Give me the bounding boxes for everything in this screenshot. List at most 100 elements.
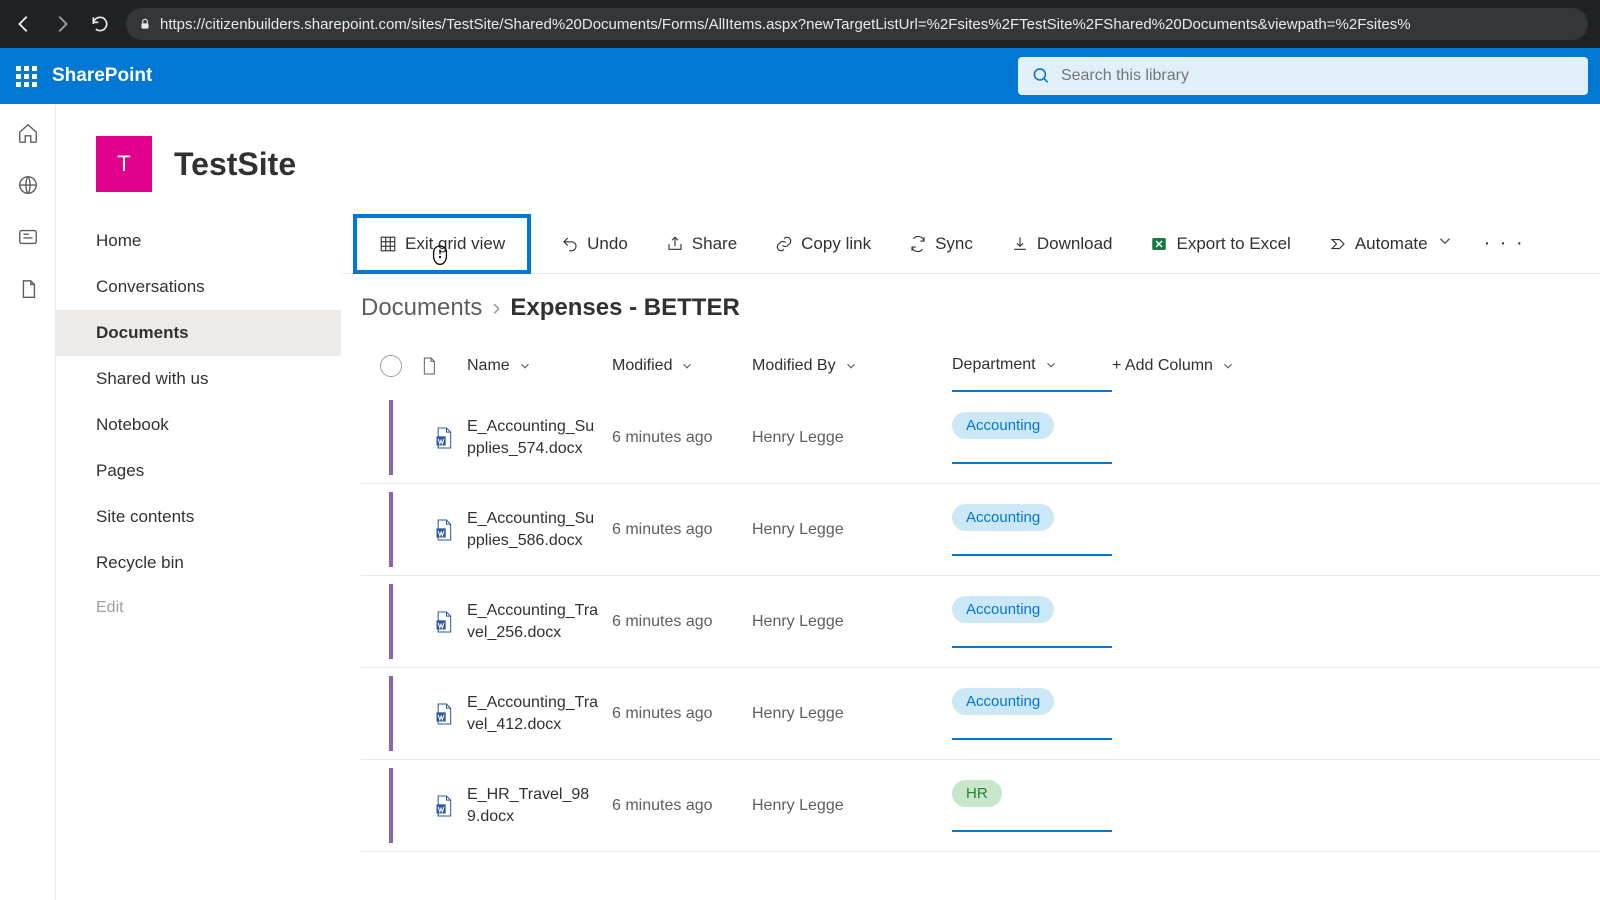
nav-item-recycle-bin[interactable]: Recycle bin (56, 540, 341, 586)
share-icon (666, 235, 684, 253)
news-icon[interactable] (17, 226, 39, 248)
department-pill: Accounting (952, 412, 1054, 439)
excel-icon (1150, 235, 1168, 253)
home-icon[interactable] (17, 122, 39, 144)
department-pill: HR (952, 780, 1002, 807)
modified-cell: 6 minutes ago (612, 613, 752, 631)
file-type-cell (421, 702, 467, 726)
file-type-cell (421, 794, 467, 818)
share-label: Share (692, 234, 737, 254)
nav-edit-link[interactable]: Edit (56, 586, 341, 630)
nav-item-pages[interactable]: Pages (56, 448, 341, 494)
table-row[interactable]: E_Accounting_Travel_412.docx6 minutes ag… (361, 668, 1600, 760)
document-table: Name Modified Modified By Department + A… (341, 340, 1600, 852)
address-bar[interactable]: https://citizenbuilders.sharepoint.com/s… (126, 8, 1588, 40)
chevron-down-icon (680, 359, 694, 373)
table-header: Name Modified Modified By Department + A… (361, 340, 1600, 392)
exit-grid-view-highlight: Exit grid view (353, 214, 531, 274)
name-column-header[interactable]: Name (467, 357, 612, 375)
more-commands-button[interactable]: · · · (1484, 232, 1525, 255)
app-launcher-icon[interactable] (12, 62, 40, 90)
site-logo[interactable]: T (96, 136, 152, 192)
main-content: Exit grid view Undo Share Copy link (341, 104, 1600, 900)
select-all-column[interactable] (361, 355, 421, 377)
undo-icon (561, 235, 579, 253)
file-name-cell[interactable]: E_Accounting_Travel_256.docx (467, 600, 612, 643)
breadcrumb-root[interactable]: Documents (361, 294, 482, 322)
modified-cell: 6 minutes ago (612, 429, 752, 447)
search-input[interactable] (1061, 67, 1574, 85)
browser-forward-button[interactable] (50, 12, 74, 36)
department-pill: Accounting (952, 504, 1054, 531)
share-button[interactable]: Share (658, 228, 745, 260)
browser-reload-button[interactable] (88, 12, 112, 36)
modified-cell: 6 minutes ago (612, 521, 752, 539)
command-bar: Exit grid view Undo Share Copy link (341, 214, 1600, 274)
word-document-icon (434, 702, 454, 726)
flow-icon (1329, 235, 1347, 253)
department-cell[interactable]: Accounting (952, 688, 1112, 740)
modified-by-column-header[interactable]: Modified By (752, 357, 952, 375)
site-title[interactable]: TestSite (174, 146, 296, 183)
department-cell[interactable]: HR (952, 780, 1112, 832)
chevron-down-icon (844, 359, 858, 373)
export-excel-button[interactable]: Export to Excel (1142, 228, 1298, 260)
automate-button[interactable]: Automate (1321, 226, 1462, 261)
file-name-cell[interactable]: E_HR_Travel_989.docx (467, 784, 612, 827)
nav-item-shared-with-us[interactable]: Shared with us (56, 356, 341, 402)
nav-item-conversations[interactable]: Conversations (56, 264, 341, 310)
sharepoint-header: SharePoint (0, 48, 1600, 104)
file-name-cell[interactable]: E_Accounting_Travel_412.docx (467, 692, 612, 735)
grid-icon (379, 235, 397, 253)
app-rail (0, 104, 56, 900)
files-icon[interactable] (17, 278, 39, 300)
department-column-header[interactable]: Department (952, 340, 1112, 392)
word-document-icon (434, 794, 454, 818)
department-pill: Accounting (952, 688, 1054, 715)
download-button[interactable]: Download (1003, 228, 1121, 260)
export-excel-label: Export to Excel (1176, 234, 1290, 254)
breadcrumb: Documents › Expenses - BETTER (341, 274, 1600, 340)
department-pill: Accounting (952, 596, 1054, 623)
search-box[interactable] (1018, 57, 1588, 95)
modified-column-header[interactable]: Modified (612, 357, 752, 375)
download-label: Download (1037, 234, 1113, 254)
copy-link-button[interactable]: Copy link (767, 228, 879, 260)
add-column-header[interactable]: + Add Column (1112, 357, 1272, 375)
word-document-icon (434, 426, 454, 450)
sync-label: Sync (935, 234, 973, 254)
undo-button[interactable]: Undo (553, 228, 636, 260)
nav-item-home[interactable]: Home (56, 218, 341, 264)
nav-item-documents[interactable]: Documents (56, 310, 341, 356)
file-type-cell (421, 426, 467, 450)
globe-icon[interactable] (17, 174, 39, 196)
file-type-column[interactable] (421, 356, 467, 376)
department-cell[interactable]: Accounting (952, 412, 1112, 464)
cursor-icon (429, 244, 451, 270)
browser-back-button[interactable] (12, 12, 36, 36)
table-row[interactable]: E_Accounting_Supplies_574.docx6 minutes … (361, 392, 1600, 484)
department-cell[interactable]: Accounting (952, 596, 1112, 648)
file-name-cell[interactable]: E_Accounting_Supplies_586.docx (467, 508, 612, 551)
table-row[interactable]: E_HR_Travel_989.docx6 minutes agoHenry L… (361, 760, 1600, 852)
search-icon (1032, 66, 1051, 86)
modified-by-cell: Henry Legge (752, 797, 952, 815)
nav-item-notebook[interactable]: Notebook (56, 402, 341, 448)
file-name-cell[interactable]: E_Accounting_Supplies_574.docx (467, 416, 612, 459)
word-document-icon (434, 518, 454, 542)
breadcrumb-current: Expenses - BETTER (510, 294, 739, 322)
sync-button[interactable]: Sync (901, 228, 981, 260)
address-url: https://citizenbuilders.sharepoint.com/s… (160, 16, 1411, 33)
table-row[interactable]: E_Accounting_Travel_256.docx6 minutes ag… (361, 576, 1600, 668)
sharepoint-brand[interactable]: SharePoint (52, 65, 152, 87)
chevron-down-icon (1221, 359, 1235, 373)
nav-item-site-contents[interactable]: Site contents (56, 494, 341, 540)
browser-chrome: https://citizenbuilders.sharepoint.com/s… (0, 0, 1600, 48)
word-document-icon (434, 610, 454, 634)
department-cell[interactable]: Accounting (952, 504, 1112, 556)
file-icon (421, 356, 437, 376)
table-row[interactable]: E_Accounting_Supplies_586.docx6 minutes … (361, 484, 1600, 576)
lock-icon (138, 17, 152, 31)
left-navigation: T TestSite HomeConversationsDocumentsSha… (56, 104, 341, 900)
chevron-down-icon (1436, 232, 1454, 250)
